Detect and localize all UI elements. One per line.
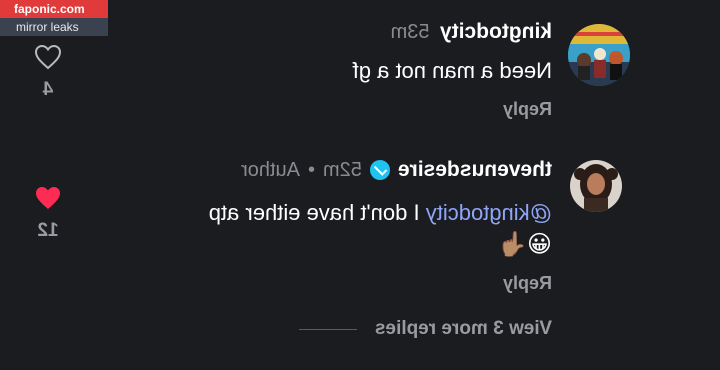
comment-username[interactable]: kingtodcity	[440, 20, 552, 43]
view-more-label[interactable]: View 3 more replies	[375, 318, 552, 340]
reply-button[interactable]: Reply	[503, 99, 552, 120]
divider	[298, 328, 357, 330]
comment-time: 52m	[323, 158, 362, 181]
comment-text: Need a man not a gf	[352, 58, 552, 83]
comment-header: thevenusdesire 52m • Author	[241, 158, 552, 182]
like-count: 4	[42, 79, 54, 100]
reply-button[interactable]: Reply	[503, 273, 552, 294]
avatar[interactable]	[570, 160, 622, 212]
comment-text: @kingtodcity I don't have either atp	[209, 200, 552, 226]
separator-dot: •	[308, 158, 316, 181]
watermark-tag: mirror leaks	[0, 18, 108, 36]
watermark-site: faponic.com	[0, 0, 108, 18]
mention-link[interactable]: @kingtodcity	[426, 200, 552, 225]
comment-username[interactable]: thevenusdesire	[398, 158, 552, 182]
avatar[interactable]	[568, 24, 630, 86]
heart-filled-icon	[36, 187, 60, 209]
comment-time: 53m	[390, 21, 430, 43]
like-button[interactable]: 12	[28, 185, 68, 242]
verified-badge-icon	[369, 160, 390, 180]
author-badge: Author	[241, 158, 300, 181]
heart-outline-icon	[34, 44, 62, 70]
view-more-replies[interactable]: View 3 more replies	[298, 318, 552, 340]
comment-header: kingtodcity 53m	[391, 20, 552, 44]
comment-emoji: 😀👆🏽	[497, 231, 552, 258]
comment-text-body: I don't have either atp	[208, 200, 426, 225]
like-button[interactable]: 4	[28, 44, 68, 101]
like-count: 12	[37, 220, 59, 241]
comment-thread: kingtodcity 53m Need a man not a gf Repl…	[0, 0, 720, 370]
watermark: faponic.com mirror leaks	[0, 0, 108, 36]
